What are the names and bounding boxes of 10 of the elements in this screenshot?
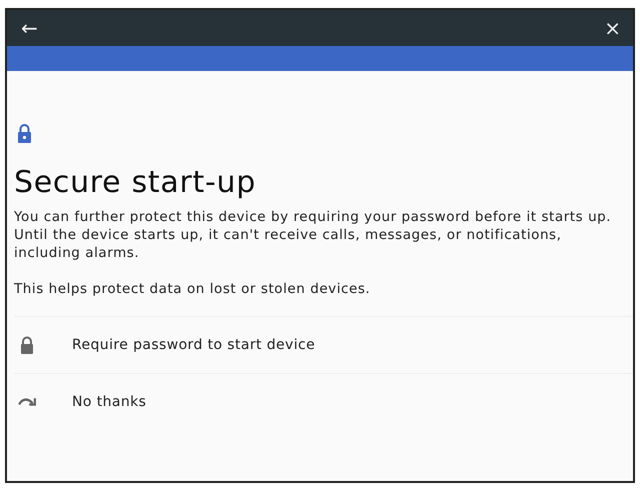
lock-icon (17, 123, 32, 143)
description-text: You can further protect this device by requiring your password before it starts up. Until the device starts up, it can't receive calls, messages, or notifications, including alarms. (14, 208, 612, 262)
page-title: Secure start-up (14, 165, 257, 200)
description-text: This helps protect data on lost or stolen devices. (14, 280, 372, 298)
back-button[interactable]: ← (21, 18, 38, 38)
option-item[interactable]: Require password to start device (14, 317, 633, 374)
skip-arrow-icon (18, 397, 36, 407)
close-button[interactable]: × (604, 18, 621, 38)
option-item[interactable]: No thanks (14, 374, 633, 430)
lock-icon (18, 336, 36, 354)
